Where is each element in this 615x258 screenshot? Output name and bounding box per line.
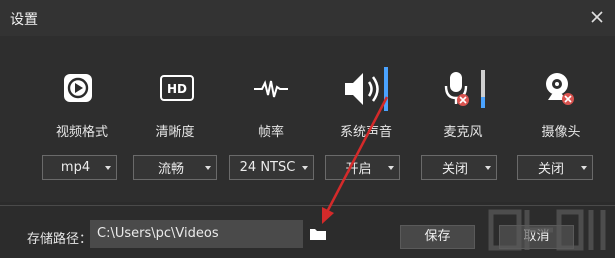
chevron-down-icon (302, 166, 308, 170)
chevron-down-icon (485, 166, 491, 170)
title-bar: 设置 (0, 0, 615, 36)
label-frame-rate: 帧率 (257, 125, 284, 140)
chevron-down-icon (581, 166, 587, 170)
save-button[interactable]: 保存 (400, 225, 475, 249)
frame-rate-dropdown[interactable]: 24 NTSC (229, 155, 314, 180)
hd-icon-text: HD (167, 82, 187, 96)
storage-path-label: 存储路径： (27, 232, 93, 247)
microphone-volume-fill (481, 96, 485, 108)
folder-icon[interactable] (309, 227, 327, 241)
system-sound-dropdown[interactable]: 开启 (325, 155, 400, 180)
video-format-icon (64, 74, 92, 102)
microphone-icon (444, 72, 469, 106)
chevron-down-icon (205, 166, 211, 170)
close-icon[interactable] (587, 7, 607, 27)
label-camera: 摄像头 (541, 125, 581, 140)
frame-rate-icon (254, 80, 288, 98)
resolution-dropdown[interactable]: 流畅 (133, 155, 217, 180)
video-format-dropdown[interactable]: mp4 (42, 155, 117, 180)
camera-dropdown[interactable]: 关闭 (517, 155, 593, 180)
label-system-sound: 系统声音 (339, 125, 392, 140)
resolution-value: 流畅 (157, 162, 184, 177)
system-sound-volume-fill (384, 67, 388, 111)
window-title: 设置 (10, 12, 38, 28)
chevron-down-icon (105, 166, 111, 170)
chevron-down-icon (388, 166, 394, 170)
label-microphone: 麦克风 (443, 125, 483, 140)
frame-rate-value: 24 NTSC (239, 160, 296, 175)
system-sound-volume-slider[interactable] (384, 67, 388, 111)
hd-icon: HD (160, 75, 194, 101)
camera-icon (546, 73, 574, 105)
microphone-volume-slider[interactable] (481, 70, 485, 108)
microphone-dropdown[interactable]: 关闭 (421, 155, 497, 180)
watermark-logo (488, 209, 606, 251)
label-resolution: 清晰度 (155, 125, 195, 140)
storage-path-field[interactable]: C:\Users\pc\Videos (90, 220, 303, 248)
